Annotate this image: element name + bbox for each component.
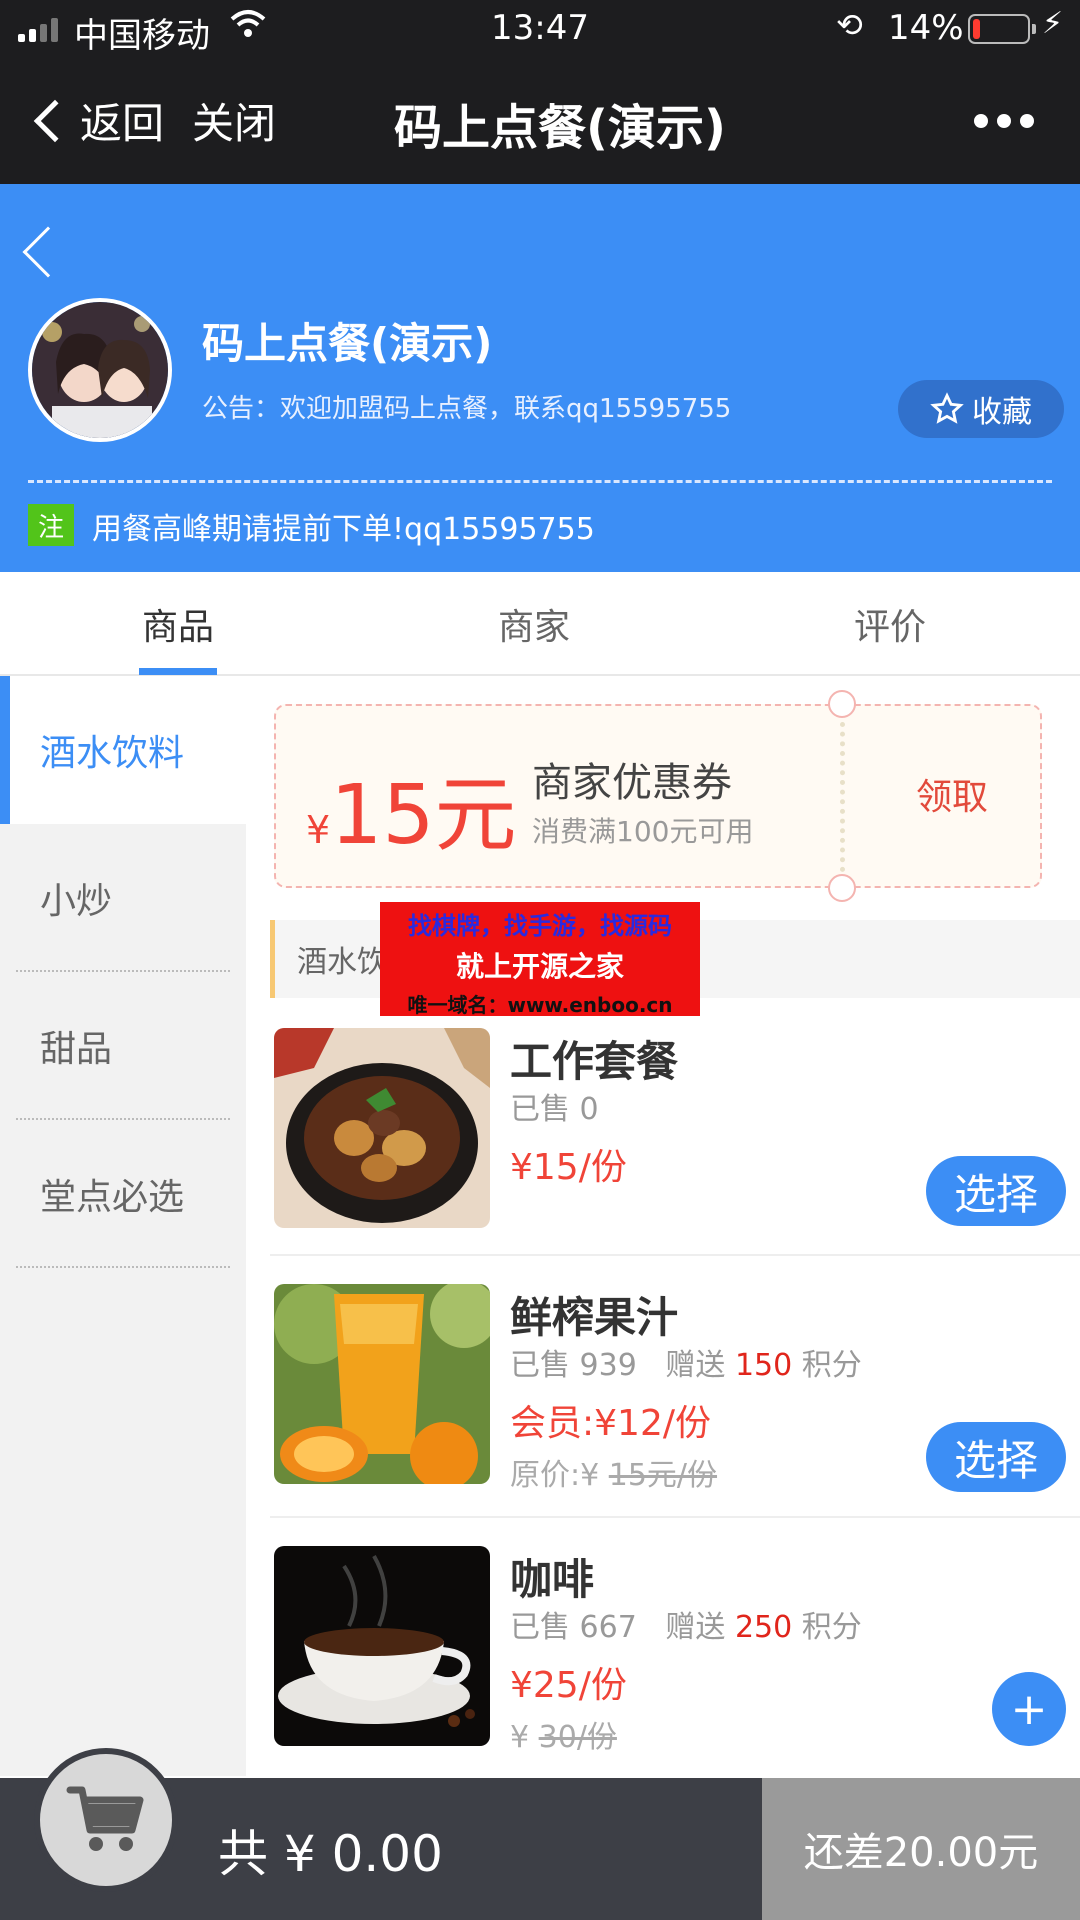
favorite-button[interactable]: 收藏 [898, 380, 1064, 438]
cart-bar: 共 ¥ 0.00 还差20.00元 [0, 1748, 1080, 1920]
item-image[interactable] [274, 1028, 490, 1228]
item-original-price: ¥ 30/份 [510, 1720, 617, 1755]
coupon-title: 商家优惠券 [532, 760, 732, 806]
coupon-notch [828, 874, 856, 902]
item-sold-count: 已售 667 赠送 250 积分 [510, 1610, 862, 1645]
tab-merchant[interactable]: 商家 [414, 598, 654, 650]
claim-coupon-button[interactable]: 领取 [916, 768, 988, 820]
header-back-icon[interactable] [22, 226, 74, 278]
tip-badge: 注 [28, 504, 74, 546]
points-value: 250 [734, 1610, 793, 1645]
tab-reviews[interactable]: 评价 [770, 598, 1010, 650]
item-member-price: 会员:¥12/份 [510, 1403, 711, 1444]
tab-bar: 商品 商家 评价 [0, 572, 1080, 676]
active-tab-indicator [139, 668, 217, 675]
item-sold-count: 已售 0 [510, 1092, 599, 1127]
add-to-cart-button[interactable]: + [992, 1672, 1066, 1746]
battery-percent: 14% [888, 8, 964, 48]
nav-bar: 返回 关闭 码上点餐(演示) [0, 58, 1080, 184]
list-item: 咖啡 已售 667 赠送 250 积分 ¥25/份 ¥ 30/份 + [274, 1546, 1066, 1806]
tab-goods[interactable]: 商品 [58, 598, 298, 650]
list-item: 工作套餐 已售 0 ¥15/份 选择 [274, 1028, 1066, 1288]
divider [270, 1516, 1080, 1518]
item-image[interactable] [274, 1284, 490, 1484]
coupon-amount: ¥15元 [306, 768, 517, 863]
divider [28, 480, 1052, 483]
category-sidebar: 酒水饮料 小炒 甜品 堂点必选 [0, 676, 246, 1776]
shop-header: 码上点餐(演示) 公告：欢迎加盟码上点餐，联系qq15595755 收藏 注 用… [0, 184, 1080, 572]
item-name: 工作套餐 [510, 1037, 679, 1086]
category-dine-in-required[interactable]: 堂点必选 [0, 1120, 246, 1268]
more-dots-icon[interactable] [974, 114, 1034, 128]
cart-icon [66, 1786, 144, 1851]
cart-total: 共 ¥ 0.00 [218, 1825, 443, 1883]
category-dessert[interactable]: 甜品 [0, 972, 246, 1120]
item-name: 咖啡 [510, 1555, 595, 1604]
rotation-lock-icon: ⟲ [836, 6, 863, 44]
status-bar: 中国移动 13:47 ⟲ 14% ⚡ [0, 0, 1080, 58]
item-price: ¥25/份 [510, 1665, 627, 1706]
checkout-button[interactable]: 还差20.00元 [762, 1778, 1080, 1920]
shop-name: 码上点餐(演示) [202, 319, 493, 368]
item-original-price: 原价:¥ 15元/份 [510, 1458, 718, 1493]
cart-button[interactable] [34, 1748, 178, 1892]
favorite-label: 收藏 [972, 395, 1032, 430]
item-name: 鲜榨果汁 [510, 1293, 679, 1342]
shop-notice: 公告：欢迎加盟码上点餐，联系qq15595755 [202, 394, 732, 424]
watermark-line: 找棋牌，找手游，找源码 [408, 912, 672, 940]
coupon-card: ¥15元 商家优惠券 消费满100元可用 领取 [274, 690, 1042, 902]
points-value: 150 [734, 1348, 793, 1383]
page-title: 码上点餐(演示) [394, 100, 726, 156]
watermark-banner: 找棋牌，找手游，找源码 就上开源之家 唯一域名：www.enboo.cn [380, 902, 700, 1017]
select-button[interactable]: 选择 [926, 1422, 1066, 1492]
item-sold-count: 已售 939 赠送 150 积分 [510, 1348, 862, 1383]
list-item: 鲜榨果汁 已售 939 赠送 150 积分 会员:¥12/份 原价:¥ 15元/… [274, 1284, 1066, 1544]
tip-text: 用餐高峰期请提前下单!qq15595755 [92, 512, 595, 547]
star-icon [930, 392, 964, 424]
item-price: ¥15/份 [510, 1147, 627, 1188]
battery-level [973, 19, 980, 39]
select-button[interactable]: 选择 [926, 1156, 1066, 1226]
battery-icon [968, 14, 1036, 44]
coupon-notch [828, 690, 856, 718]
coupon-condition: 消费满100元可用 [532, 815, 754, 848]
charging-icon: ⚡ [1042, 6, 1064, 41]
coupon-perforation [840, 722, 845, 872]
shop-avatar [28, 298, 172, 442]
watermark-line: 唯一域名：www.enboo.cn [407, 993, 673, 1017]
category-stir-fry[interactable]: 小炒 [0, 824, 246, 972]
goods-list: ¥15元 商家优惠券 消费满100元可用 领取 酒水饮料 工作套餐 已售 0 ¥… [246, 676, 1080, 1776]
divider [270, 1254, 1080, 1256]
item-image[interactable] [274, 1546, 490, 1746]
category-drinks[interactable]: 酒水饮料 [0, 676, 246, 824]
watermark-line: 就上开源之家 [455, 950, 624, 983]
